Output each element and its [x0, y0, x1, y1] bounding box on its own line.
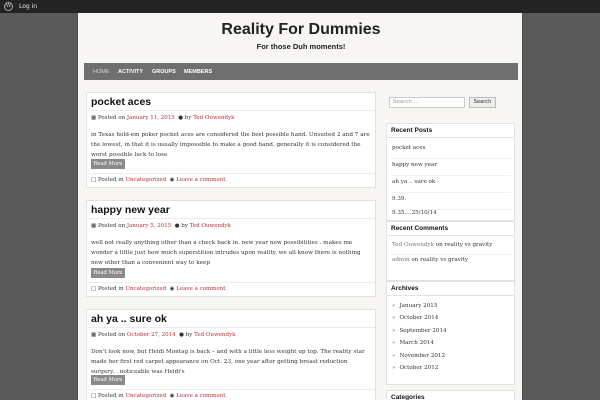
comment-author[interactable]: admin [392, 257, 410, 263]
archive-link[interactable]: November 2012 [392, 353, 445, 359]
post-excerpt: in Texas hold-em poker pocket aces are c… [91, 132, 370, 158]
posted-in-label: Posted in [97, 393, 124, 399]
recent-posts-widget: Recent Posts pocket aces happy new year … [386, 123, 515, 221]
calendar-icon: ▦ [91, 223, 97, 229]
posted-on-label: Posted on [97, 223, 126, 229]
posted-on-label: Posted on [97, 332, 126, 338]
leave-comment-link[interactable]: Leave a comment [176, 393, 225, 399]
search-button[interactable]: Search [469, 97, 496, 108]
post-card: happy new year ▦ Posted on January 5, 20… [86, 200, 376, 297]
recent-post-link[interactable]: pocket aces [392, 145, 425, 151]
read-more-button[interactable]: Read More [91, 268, 125, 278]
divider [391, 254, 511, 255]
archive-link[interactable]: January 2015 [392, 303, 437, 309]
post-footer-meta: □ Posted in Uncategorized ◉ Leave a comm… [91, 393, 225, 399]
comment-icon: ◉ [169, 177, 175, 183]
divider [87, 173, 375, 174]
by-label: by [184, 115, 192, 121]
widget-title: Recent Posts [387, 124, 514, 138]
archives-widget: Archives January 2015 October 2014 Septe… [386, 281, 515, 385]
calendar-icon: ▦ [91, 115, 97, 121]
user-icon: ● [179, 332, 184, 338]
category-link[interactable]: Uncategorized [125, 177, 166, 183]
post-date-link[interactable]: January 11, 2015 [127, 115, 175, 121]
widget-title: Archives [387, 282, 514, 296]
search-input[interactable]: Search ... [389, 97, 465, 108]
nav-item-home[interactable]: Home [93, 69, 110, 75]
post-title[interactable]: pocket aces [91, 96, 151, 108]
post-meta: ▦ Posted on October 27, 2014 ● by Ted Ou… [91, 332, 235, 338]
post-card: ah ya .. sure ok ▦ Posted on October 27,… [86, 309, 376, 400]
recent-post-link[interactable]: ah ya .. sure ok [392, 179, 435, 185]
leave-comment-link[interactable]: Leave a comment [176, 177, 225, 183]
user-icon: ● [178, 115, 184, 121]
post-meta: ▦ Posted on January 5, 2015 ● by Ted Ouw… [91, 223, 231, 229]
folder-icon: □ [91, 286, 97, 292]
post-author-link[interactable]: Ted Ouwendyk [193, 115, 234, 121]
on-label: on [435, 242, 443, 248]
post-title[interactable]: happy new year [91, 204, 170, 216]
post-excerpt: well not really anything other than a ch… [91, 240, 361, 266]
comment-icon: ◉ [169, 286, 175, 292]
recent-comment: admin on reality vs gravity [392, 257, 468, 263]
divider [87, 282, 375, 283]
widget-title: Recent Comments [387, 222, 514, 236]
read-more-button[interactable]: Read More [91, 375, 125, 385]
post-excerpt: Don't look now, but Heidi Montag is back… [91, 349, 365, 375]
recent-post-link[interactable]: 9.39. [392, 196, 406, 202]
posted-on-label: Posted on [97, 115, 126, 121]
archive-link[interactable]: March 2014 [392, 340, 434, 346]
post-author-link[interactable]: Ted Ouwendyk [190, 223, 231, 229]
admin-bar: W Log in [0, 0, 600, 13]
folder-icon: □ [91, 393, 97, 399]
archive-link[interactable]: October 2014 [392, 315, 438, 321]
divider [391, 175, 511, 176]
site-description: For those Duh moments! [256, 42, 346, 51]
post-card: pocket aces ▦ Posted on January 11, 2015… [86, 92, 376, 188]
by-label: by [181, 223, 188, 229]
recent-post-link[interactable]: 9.35....25/10/14 [392, 210, 437, 216]
comment-post-link[interactable]: reality vs gravity [445, 242, 493, 248]
recent-comments-widget: Recent Comments Ted Ouwendyk on reality … [386, 221, 515, 281]
comment-icon: ◉ [169, 393, 175, 399]
nav-item-members[interactable]: Members [184, 69, 212, 75]
nav-item-activity[interactable]: Activity [118, 69, 143, 75]
post-footer-meta: □ Posted in Uncategorized ◉ Leave a comm… [91, 286, 225, 292]
comment-post-link[interactable]: reality vs gravity [420, 257, 468, 263]
archive-link[interactable]: October 2012 [392, 365, 438, 371]
site-title[interactable]: Reality For Dummies [78, 21, 524, 39]
recent-comment: Ted Ouwendyk on reality vs gravity [392, 242, 492, 248]
read-more-button[interactable]: Read More [91, 159, 125, 169]
folder-icon: □ [91, 177, 97, 183]
widget-title: Categories [391, 394, 425, 400]
comment-author[interactable]: Ted Ouwendyk [392, 242, 434, 248]
divider [391, 192, 511, 193]
nav-item-groups[interactable]: Groups [152, 69, 176, 75]
post-author-link[interactable]: Ted Ouwendyk [194, 332, 235, 338]
divider [391, 158, 511, 159]
recent-post-link[interactable]: happy new year [392, 162, 437, 168]
user-icon: ● [174, 223, 180, 229]
archive-link[interactable]: September 2014 [392, 328, 446, 334]
calendar-icon: ▦ [91, 332, 97, 338]
by-label: by [185, 332, 193, 338]
posted-in-label: Posted in [97, 177, 124, 183]
site-header: Reality For Dummies For those Duh moment… [78, 13, 524, 63]
wordpress-logo-icon[interactable]: W [4, 2, 13, 11]
login-link[interactable]: Log in [19, 3, 37, 10]
on-label: on [411, 257, 419, 263]
categories-widget: Categories [386, 390, 515, 400]
post-title[interactable]: ah ya .. sure ok [91, 313, 167, 325]
divider [87, 389, 375, 390]
post-date-link[interactable]: January 5, 2015 [127, 223, 171, 229]
category-link[interactable]: Uncategorized [125, 393, 166, 399]
post-date-link[interactable]: October 27, 2014 [127, 332, 176, 338]
post-meta: ▦ Posted on January 11, 2015 ● by Ted Ou… [91, 115, 234, 121]
category-link[interactable]: Uncategorized [125, 286, 166, 292]
post-footer-meta: □ Posted in Uncategorized ◉ Leave a comm… [91, 177, 225, 183]
posted-in-label: Posted in [97, 286, 124, 292]
page-container: Reality For Dummies For those Duh moment… [77, 13, 523, 400]
leave-comment-link[interactable]: Leave a comment [176, 286, 225, 292]
main-navigation: Home Activity Groups Members [84, 63, 518, 80]
